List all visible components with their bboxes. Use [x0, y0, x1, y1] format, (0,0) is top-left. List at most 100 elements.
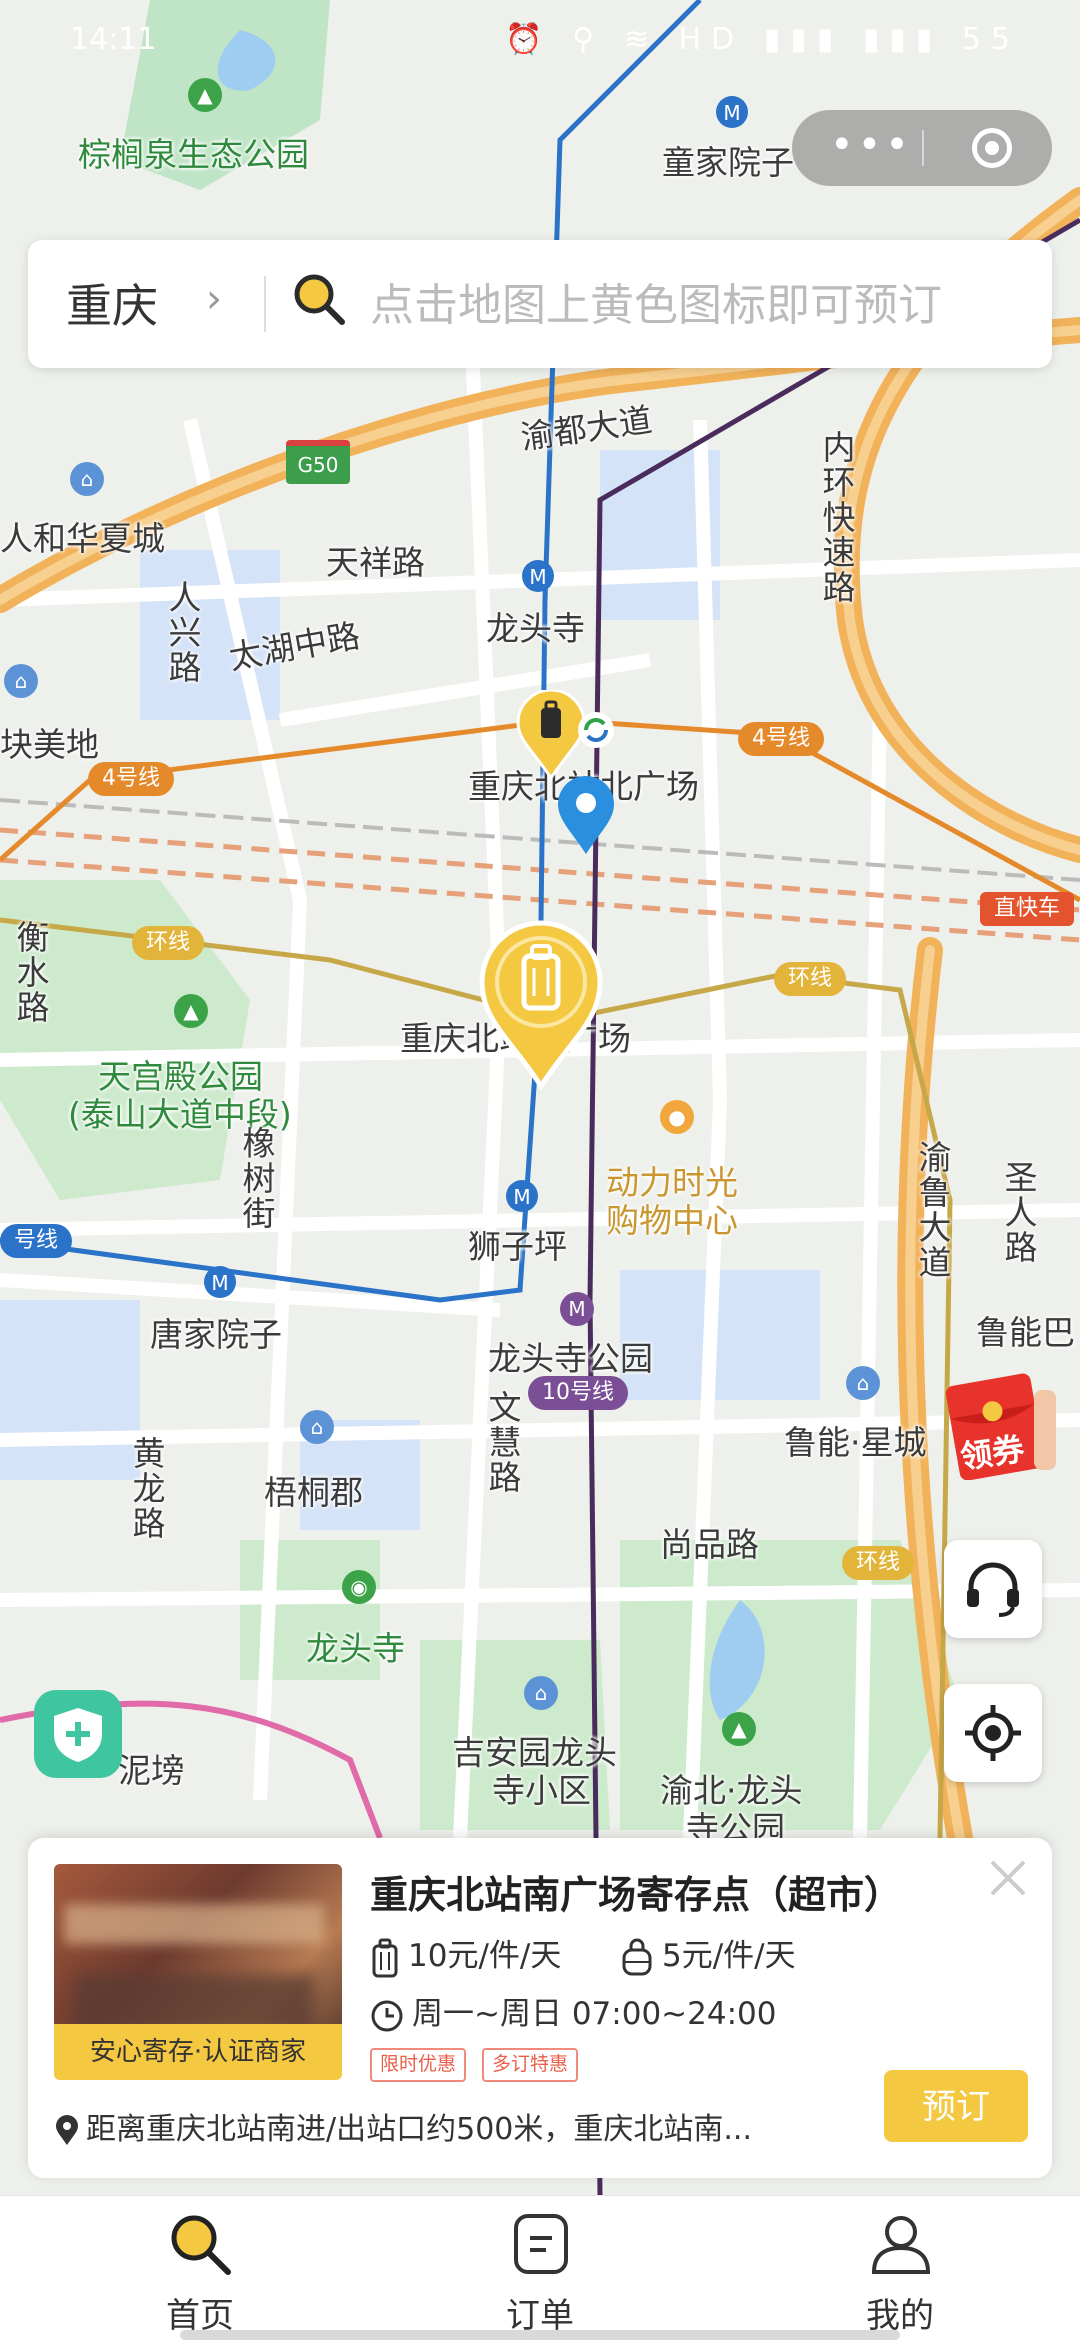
headset-icon: [967, 1562, 1019, 1617]
miniprogram-capsule: •••: [792, 110, 1052, 186]
metro-line-tag: 环线: [774, 962, 847, 996]
location-pin-icon: [558, 776, 614, 854]
map-label: 龙头寺: [486, 609, 585, 648]
map-label: 渝鲁大道: [913, 1140, 952, 1280]
map-label: 人兴路: [163, 580, 202, 685]
city-selector[interactable]: 重庆: [66, 270, 158, 336]
map-label: 龙头寺: [306, 1629, 405, 1668]
map-label: 购物中心: [606, 1201, 738, 1240]
map-label: 鲁能·星城: [784, 1423, 927, 1462]
nav-item-home[interactable]: 首页: [100, 2196, 300, 2340]
park-icon: ▲: [722, 1712, 756, 1746]
status-time: 14:11: [70, 22, 157, 57]
nav-item-profile[interactable]: 我的: [800, 2196, 1000, 2340]
map-label: 圣人路: [999, 1160, 1038, 1265]
insurance-button[interactable]: [34, 1690, 122, 1778]
store-title: 重庆北站南广场寄存点（超市）: [370, 1873, 903, 1917]
map-label: 块美地: [0, 725, 99, 764]
transfer-icon: [578, 712, 614, 748]
order-icon: [514, 2214, 568, 2274]
coupon-label: 领券: [957, 1429, 1027, 1477]
metro-line-tag: 环线: [132, 926, 205, 960]
locate-me-button[interactable]: [944, 1684, 1042, 1782]
metro-icon: M: [560, 1292, 594, 1326]
metro-icon: M: [506, 1180, 538, 1212]
poi-icon: ⌂: [846, 1366, 880, 1400]
shield-icon: [54, 1708, 102, 1762]
close-icon[interactable]: [988, 1858, 1028, 1898]
app-root: 棕榈泉生态公园 童家院子 渝都大道 内环快速路 人和华夏城 天祥路 龙头寺 太湖…: [0, 0, 1080, 2340]
nav-item-orders[interactable]: 订单: [440, 2196, 640, 2340]
search-divider: [264, 276, 266, 332]
metro-line-tag: 号线: [0, 1224, 73, 1258]
capsule-close-icon[interactable]: [972, 128, 1012, 168]
map-label: 梧桐郡: [264, 1473, 363, 1512]
home-indicator: [180, 2330, 900, 2340]
hours-text: 周一~周日 07:00~24:00: [412, 1996, 777, 2032]
map-label: 龙头寺公园: [488, 1339, 653, 1378]
park-icon: ▲: [188, 78, 222, 112]
crosshair-icon: [965, 1705, 1021, 1761]
map-label: 衡水路: [11, 920, 50, 1025]
bottom-nav: 首页 订单 我的: [0, 2195, 1080, 2340]
capsule-divider: [922, 130, 924, 166]
metro-icon: M: [522, 560, 554, 592]
map-label: 橡树街: [237, 1126, 276, 1231]
map-label: 鲁能巴: [976, 1313, 1075, 1352]
metro-line-tag: 4号线: [88, 762, 174, 796]
metro-line-tag: 10号线: [528, 1376, 628, 1410]
map-label: 唐家院子: [150, 1315, 282, 1354]
coupon-button[interactable]: 领券: [945, 1370, 1056, 1481]
store-address: 距离重庆北站南进/出站口约500米，重庆北站南...: [54, 2104, 854, 2148]
small-bag-icon: [622, 1938, 652, 1975]
metro-line-tag: 4号线: [738, 722, 824, 756]
price-small: 5元/件/天: [662, 1938, 796, 1974]
metro-icon: M: [204, 1266, 236, 1298]
poi-icon: ⌂: [300, 1410, 334, 1444]
mall-icon: ●: [660, 1100, 694, 1134]
profile-icon: [871, 2216, 931, 2274]
chevron-right-icon: ›: [206, 276, 222, 322]
poi-icon: ⌂: [4, 664, 38, 698]
promo-tag: 多订特惠: [482, 2048, 579, 2082]
temple-icon: ◉: [342, 1570, 376, 1604]
search-icon: [171, 2215, 231, 2275]
price-large-row: 10元/件/天: [370, 1930, 561, 1978]
map-label: 黄龙路: [127, 1436, 166, 1541]
poi-icon: ⌂: [70, 462, 104, 496]
map-label: 文慧路: [483, 1390, 522, 1495]
map-label: 泥塝: [118, 1751, 184, 1790]
certified-badge: 安心寄存·认证商家: [54, 2024, 342, 2080]
opening-hours: 周一~周日 07:00~24:00: [370, 1988, 776, 2033]
status-bar: 14:11 ⏰ ⚲ ≋ HD ▮▮▮ ▮▮▮ 55: [0, 0, 1080, 80]
map-label: 内环快速路: [817, 430, 856, 605]
metro-icon: M: [716, 96, 748, 128]
map-label: 人和华夏城: [0, 519, 165, 558]
price-large: 10元/件/天: [408, 1938, 562, 1974]
luggage-marker-selected[interactable]: [476, 920, 606, 1090]
map-label: 棕榈泉生态公园: [78, 135, 309, 174]
highway-shield: G50: [286, 440, 350, 484]
more-dots-icon[interactable]: •••: [830, 122, 913, 168]
map-label: 尚品路: [660, 1525, 759, 1564]
large-suitcase-icon: [372, 1938, 398, 1977]
map-label: 童家院子: [662, 143, 794, 182]
promo-tag: 限时优惠: [370, 2048, 467, 2082]
address-text: 距离重庆北站南进/出站口约500米，重庆北站南...: [86, 2112, 752, 2147]
storage-point-card[interactable]: 安心寄存·认证商家 重庆北站南广场寄存点（超市） 10元/件/天 5元/件/天: [28, 1838, 1052, 2178]
status-icons: ⏰ ⚲ ≋ HD ▮▮▮ ▮▮▮ 55: [505, 22, 1020, 57]
search-bar: 重庆 ›: [28, 240, 1052, 368]
map-label: 狮子坪: [468, 1227, 567, 1266]
price-small-row: 5元/件/天: [620, 1930, 796, 1978]
customer-service-button[interactable]: [944, 1540, 1042, 1638]
book-button[interactable]: 预订: [884, 2070, 1028, 2142]
poi-icon: ⌂: [524, 1676, 558, 1710]
map-label: 天祥路: [326, 543, 425, 582]
clock-icon: [371, 2000, 403, 2031]
metro-line-tag: 直快车: [980, 892, 1075, 926]
map-label: 寺小区: [492, 1771, 591, 1810]
search-input[interactable]: [368, 264, 1012, 346]
search-icon: [294, 274, 345, 325]
park-icon: ▲: [174, 994, 208, 1028]
metro-line-tag: 环线: [842, 1546, 915, 1580]
